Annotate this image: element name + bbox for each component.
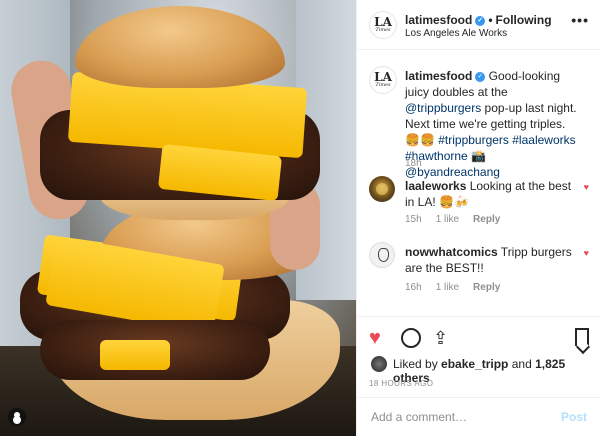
comment-item: nowwhatcomics Tripp burgers are the BEST… bbox=[369, 242, 591, 298]
caption-verified-badge-icon: ✓ bbox=[475, 71, 486, 82]
header-separator: • bbox=[488, 13, 493, 27]
likes-prefix: Liked by bbox=[393, 357, 442, 371]
caption-username[interactable]: latimesfood bbox=[405, 69, 472, 83]
post-actions: ♥ ⇪ Liked by ebake_tripp and 1,825 other… bbox=[357, 316, 600, 436]
comment-time: 15h bbox=[405, 214, 422, 225]
small-heart-icon[interactable]: ♥ bbox=[584, 182, 589, 192]
comment-avatar[interactable] bbox=[369, 242, 395, 268]
post-timestamp[interactable]: 18 HOURS AGO bbox=[369, 379, 433, 388]
share-icon[interactable]: ⇪ bbox=[433, 327, 448, 349]
comment-item: laaleworks Looking at the best in LA! 🍔🍻… bbox=[369, 176, 591, 232]
comment-meta: 15h 1 like Reply bbox=[405, 214, 514, 225]
location-link[interactable]: Los Angeles Ale Works bbox=[405, 28, 507, 39]
caption-time: 18h bbox=[405, 158, 422, 169]
comment-input[interactable]: Add a comment… bbox=[371, 410, 467, 424]
comment-text: laaleworks Looking at the best in LA! 🍔🍻 bbox=[405, 178, 581, 210]
more-options-icon[interactable]: ••• bbox=[571, 12, 589, 28]
add-comment-bar: Add a comment… Post bbox=[357, 397, 600, 436]
liker-avatar[interactable] bbox=[371, 356, 387, 372]
reply-button[interactable]: Reply bbox=[473, 282, 500, 293]
small-heart-icon[interactable]: ♥ bbox=[584, 248, 589, 258]
post-button[interactable]: Post bbox=[561, 410, 587, 424]
photo-cheese-drip bbox=[100, 340, 170, 370]
verified-badge-icon: ✓ bbox=[475, 15, 486, 26]
likes-and: and bbox=[508, 357, 536, 371]
comment-time: 16h bbox=[405, 282, 422, 293]
caption-item: LA Times latimesfood ✓ Good-looking juicy… bbox=[369, 66, 591, 179]
comments-list[interactable]: LA Times latimesfood ✓ Good-looking juicy… bbox=[357, 50, 600, 316]
comment-username[interactable]: nowwhatcomics bbox=[405, 245, 498, 259]
liker-username[interactable]: ebake_tripp bbox=[441, 357, 508, 371]
caption-meta: 18h bbox=[405, 158, 436, 169]
user-tag-icon[interactable] bbox=[8, 408, 26, 426]
bookmark-icon[interactable] bbox=[575, 328, 589, 346]
avatar-logo-subtext: Times bbox=[375, 27, 391, 33]
profile-avatar[interactable]: LA Times bbox=[369, 11, 397, 39]
action-bar: ♥ ⇪ bbox=[369, 327, 591, 351]
post-side-panel: LA Times latimesfood ✓ • Following Los Ange… bbox=[356, 0, 600, 436]
comment-likes[interactable]: 1 like bbox=[436, 282, 459, 293]
comment-username[interactable]: laaleworks bbox=[405, 179, 466, 193]
comment-meta: 16h 1 like Reply bbox=[405, 282, 514, 293]
comment-icon[interactable] bbox=[401, 328, 421, 348]
reply-button[interactable]: Reply bbox=[473, 214, 500, 225]
comment-text: nowwhatcomics Tripp burgers are the BEST… bbox=[405, 244, 581, 276]
likes-summary: Liked by ebake_tripp and 1,825 others bbox=[369, 355, 591, 385]
post-photo[interactable] bbox=[0, 0, 356, 436]
following-button[interactable]: Following bbox=[496, 13, 552, 27]
caption-avatar-logo-subtext: Times bbox=[375, 82, 391, 88]
comment-avatar[interactable] bbox=[369, 176, 395, 202]
photo-bun-top-upper bbox=[75, 6, 285, 88]
caption-mention-trippburgers[interactable]: @trippburgers bbox=[405, 101, 481, 115]
heart-icon[interactable]: ♥ bbox=[369, 327, 381, 349]
header-username[interactable]: latimesfood bbox=[405, 13, 472, 27]
caption-camera-emoji: 📸 bbox=[467, 149, 486, 163]
caption-avatar[interactable]: LA Times bbox=[369, 66, 397, 94]
header-user-line: latimesfood ✓ • Following bbox=[405, 13, 552, 27]
comment-likes[interactable]: 1 like bbox=[436, 214, 459, 225]
post-header: LA Times latimesfood ✓ • Following Los Ange… bbox=[357, 0, 600, 50]
